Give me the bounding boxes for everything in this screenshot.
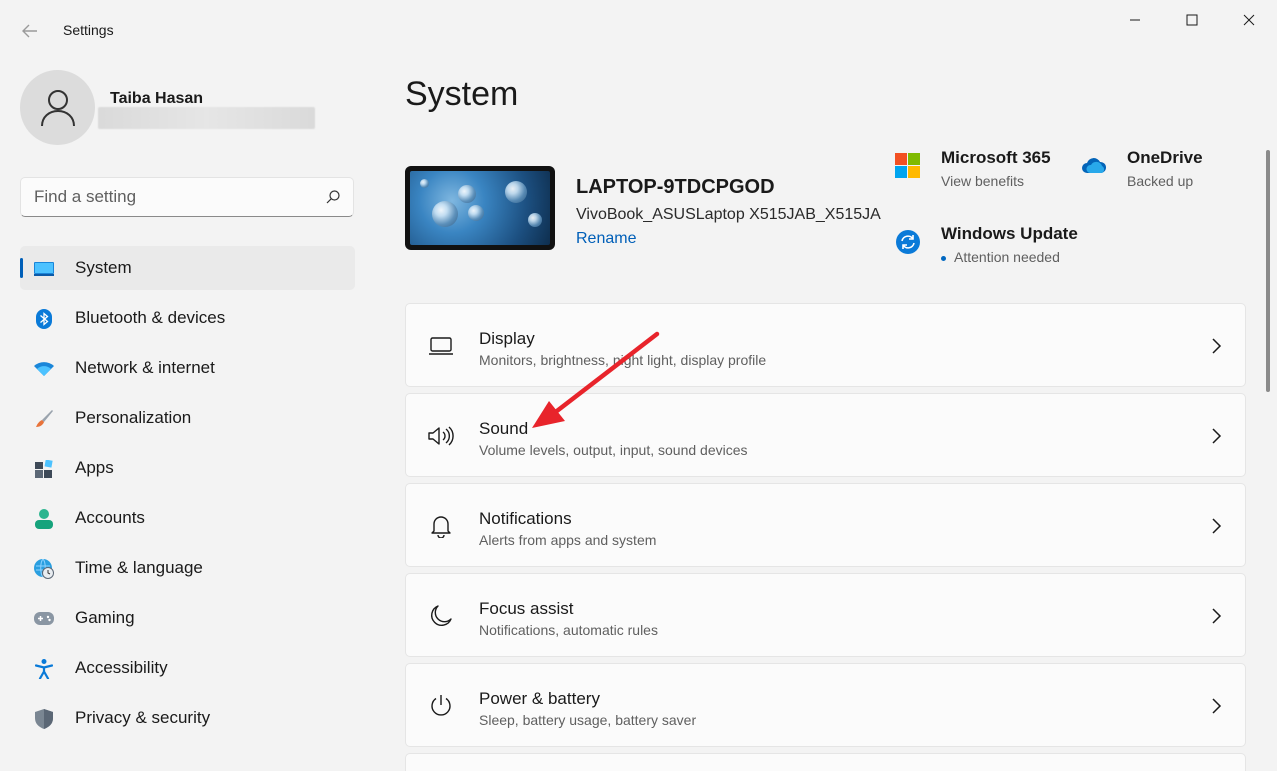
profile-email-redacted [98,107,315,129]
quick-link-subtitle: View benefits [941,173,1025,189]
gamepad-icon [34,609,54,629]
moon-icon [427,604,455,628]
sidebar-item-system[interactable]: System [20,246,355,290]
system-icon [34,259,54,279]
main-content: System LAPTOP-9TDCPGOD VivoBook_ASUSLapt… [405,0,1255,771]
attention-dot [941,256,946,261]
app-title: Settings [63,22,114,38]
microsoft-365-link[interactable]: Microsoft 365 View benefits [895,148,1065,198]
sidebar-nav: System Bluetooth & devices Network & int… [20,246,355,746]
windows-update-icon [896,230,920,254]
sidebar-item-label: Accessibility [75,658,168,677]
accounts-icon [34,509,54,529]
quick-link-title: OneDrive [1127,148,1203,167]
sidebar-item-network[interactable]: Network & internet [20,346,355,390]
sidebar-item-label: Network & internet [75,358,215,377]
microsoft-logo-icon [895,153,920,178]
chevron-right-icon [1212,608,1222,624]
speaker-icon [427,424,455,448]
search-box[interactable] [20,177,354,217]
sidebar-item-label: Bluetooth & devices [75,308,226,327]
sidebar-item-time-language[interactable]: Time & language [20,546,355,590]
windows-update-link[interactable]: Windows Update Attention needed [895,224,1095,274]
person-icon [40,89,75,126]
avatar[interactable] [20,70,95,145]
card-subtitle: Sleep, battery usage, battery saver [479,712,697,728]
display-icon [427,334,455,358]
rename-link[interactable]: Rename [576,230,636,248]
back-button[interactable] [14,16,46,46]
card-power-battery[interactable]: Power & battery Sleep, battery usage, ba… [405,663,1246,747]
bluetooth-icon [34,309,54,329]
quick-link-subtitle: Attention needed [954,249,1060,265]
sidebar-item-accessibility[interactable]: Accessibility [20,646,355,690]
search-input[interactable] [21,178,311,216]
chevron-right-icon [1212,698,1222,714]
brush-icon [34,409,54,429]
quick-link-title: Windows Update [941,224,1078,243]
quick-link-title: Microsoft 365 [941,148,1051,167]
scrollbar-thumb[interactable] [1266,150,1270,392]
card-subtitle: Notifications, automatic rules [479,622,658,638]
chevron-right-icon [1212,518,1222,534]
card-title: Display [479,329,535,348]
device-image [405,166,555,250]
card-title: Focus assist [479,599,574,618]
sidebar-item-apps[interactable]: Apps [20,446,355,490]
sidebar-item-label: Privacy & security [75,708,211,727]
sidebar-item-accounts[interactable]: Accounts [20,496,355,540]
card-display[interactable]: Display Monitors, brightness, night ligh… [405,303,1246,387]
bell-icon [427,514,455,538]
card-sound[interactable]: Sound Volume levels, output, input, soun… [405,393,1246,477]
card-title: Notifications [479,509,572,528]
sidebar-item-bluetooth[interactable]: Bluetooth & devices [20,296,355,340]
settings-card-list: Display Monitors, brightness, night ligh… [405,303,1246,771]
device-name: LAPTOP-9TDCPGOD [576,176,775,198]
chevron-right-icon [1212,338,1222,354]
onedrive-cloud-icon [1082,158,1107,173]
sidebar-item-label: Personalization [75,408,192,427]
back-arrow-icon [22,24,37,38]
sidebar-item-gaming[interactable]: Gaming [20,596,355,640]
card-partial[interactable] [405,753,1246,771]
sidebar-item-label: System [75,258,132,277]
profile-name: Taiba Hasan [110,90,204,107]
card-subtitle: Volume levels, output, input, sound devi… [479,442,748,458]
apps-icon [34,459,54,479]
card-focus-assist[interactable]: Focus assist Notifications, automatic ru… [405,573,1246,657]
sidebar-item-label: Gaming [75,608,135,627]
sidebar-item-label: Accounts [75,508,145,527]
card-subtitle: Monitors, brightness, night light, displ… [479,352,767,368]
quick-link-subtitle: Backed up [1127,173,1194,189]
power-icon [427,694,455,718]
accessibility-icon [34,659,54,679]
wifi-icon [34,359,54,379]
card-title: Power & battery [479,689,600,708]
sidebar-item-privacy-security[interactable]: Privacy & security [20,696,355,740]
page-title: System [405,75,519,113]
onedrive-link[interactable]: OneDrive Backed up [1081,148,1241,198]
shield-icon [34,709,54,729]
device-model: VivoBook_ASUSLaptop X515JAB_X515JA [576,206,881,223]
sidebar-item-personalization[interactable]: Personalization [20,396,355,440]
card-notifications[interactable]: Notifications Alerts from apps and syste… [405,483,1246,567]
card-title: Sound [479,419,529,438]
card-subtitle: Alerts from apps and system [479,532,657,548]
chevron-right-icon [1212,428,1222,444]
sidebar-item-label: Apps [75,458,114,477]
sidebar-item-label: Time & language [75,558,203,577]
globe-clock-icon [34,559,54,579]
search-icon[interactable] [325,189,341,205]
device-wallpaper [410,171,550,245]
